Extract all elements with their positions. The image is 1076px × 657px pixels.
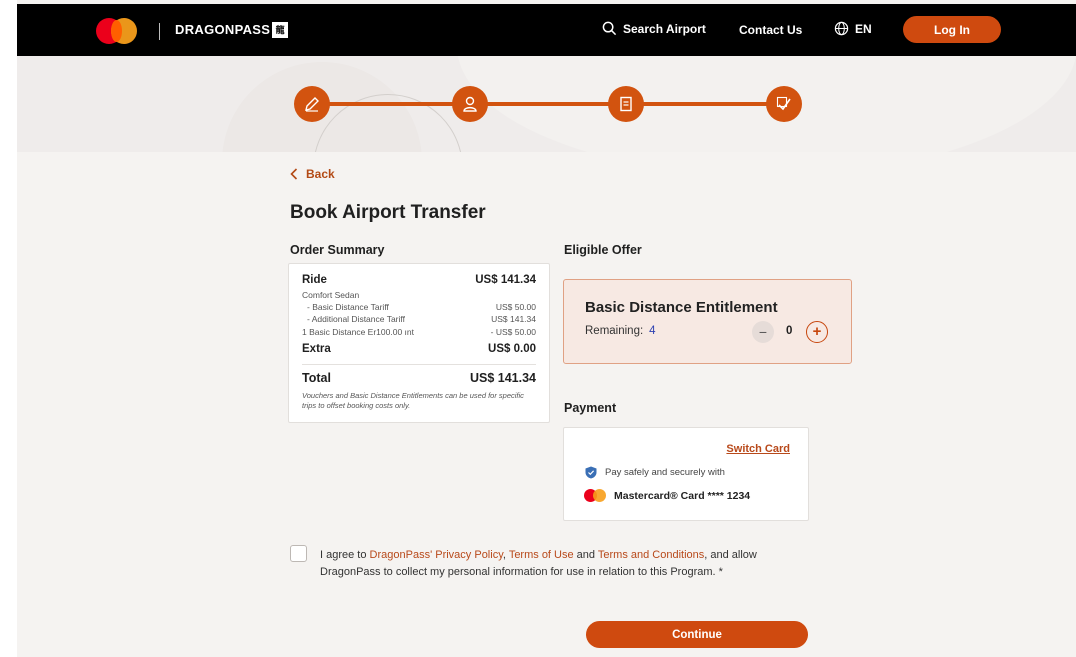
step-review (608, 86, 644, 122)
privacy-policy-link[interactable]: DragonPass' Privacy Policy (370, 549, 503, 561)
secure-payment-note: Pay safely and securely with (585, 466, 725, 479)
search-airport-link[interactable]: Search Airport (602, 21, 706, 36)
switch-card-link[interactable]: Switch Card (726, 443, 790, 455)
remaining-count: Remaining: 4 (585, 325, 656, 337)
contact-us-link[interactable]: Contact Us (739, 23, 802, 37)
line-item-label: 1 Basic Distance Er100.00 ınt (302, 327, 414, 337)
terms-of-use-link[interactable]: Terms of Use (509, 549, 574, 561)
step-passenger (452, 86, 488, 122)
selected-card: Mastercard® Card **** 1234 (584, 489, 750, 502)
line-item: - Basic Distance Tariff US$ 50.00 (302, 302, 536, 312)
chevron-left-icon (290, 168, 298, 180)
eligible-offer-heading: Eligible Offer (564, 243, 642, 257)
step-details (294, 86, 330, 122)
quantity-value: 0 (786, 325, 793, 337)
brand-name: DRAGONPASS (175, 22, 271, 37)
remaining-label: Remaining: (585, 325, 644, 337)
back-link[interactable]: Back (290, 167, 335, 181)
line-item-value: US$ 50.00 (495, 302, 536, 312)
page-title: Book Airport Transfer (290, 202, 486, 223)
search-icon (602, 21, 617, 36)
line-item: - Additional Distance Tariff US$ 141.34 (302, 314, 536, 324)
order-summary-card: Ride US$ 141.34 Comfort Sedan - Basic Di… (288, 263, 550, 423)
increment-button[interactable]: + (806, 321, 828, 343)
decrement-button[interactable]: − (752, 321, 774, 343)
progress-track (314, 102, 784, 106)
card-details: Mastercard® Card **** 1234 (614, 489, 751, 502)
line-item-label: - Additional Distance Tariff (307, 314, 405, 324)
continue-button[interactable]: Continue (586, 621, 808, 648)
mastercard-icon (584, 489, 606, 502)
vehicle-type: Comfort Sedan (302, 290, 360, 300)
step-confirm (766, 86, 802, 122)
order-summary-heading: Order Summary (290, 243, 385, 257)
language-label: EN (855, 21, 872, 36)
divider (302, 364, 536, 365)
language-selector[interactable]: EN (834, 21, 872, 36)
agreement-text-part: I agree to (320, 549, 370, 561)
ride-label: Ride (302, 274, 327, 286)
line-item: 1 Basic Distance Er100.00 ınt - US$ 50.0… (302, 327, 536, 337)
search-airport-label: Search Airport (623, 21, 706, 36)
agreement-text: I agree to DragonPass' Privacy Policy, T… (320, 547, 810, 580)
user-icon (463, 96, 477, 112)
payment-card: Switch Card Pay safely and securely with… (563, 427, 809, 521)
confirm-icon (776, 96, 791, 111)
mastercard-logo[interactable] (96, 18, 144, 44)
agreement-text-part: and (573, 549, 598, 561)
dragonpass-logo[interactable]: DRAGONPASS 龍 (175, 22, 289, 38)
secure-payment-text: Pay safely and securely with (605, 467, 725, 478)
offer-card[interactable]: Basic Distance Entitlement Remaining: 4 −… (563, 279, 852, 364)
back-label: Back (306, 167, 335, 181)
ride-row: Ride US$ 141.34 (302, 274, 536, 286)
extra-value: US$ 0.00 (488, 343, 536, 355)
logo-divider (159, 23, 160, 40)
top-navbar: DRAGONPASS 龍 Search Airport Contact Us EN… (17, 4, 1076, 56)
total-label: Total (302, 371, 331, 385)
extra-row: Extra US$ 0.00 (302, 343, 536, 355)
vehicle-row: Comfort Sedan (302, 290, 536, 300)
ride-total: US$ 141.34 (475, 274, 536, 286)
brand-mark-icon: 龍 (272, 22, 289, 38)
line-item-label: - Basic Distance Tariff (307, 302, 389, 312)
progress-band (17, 56, 1076, 152)
line-item-value: - US$ 50.00 (490, 327, 536, 337)
document-icon (620, 96, 632, 112)
total-value: US$ 141.34 (469, 371, 536, 385)
voucher-note: Vouchers and Basic Distance Entitlements… (302, 391, 524, 410)
login-button[interactable]: Log In (903, 16, 1001, 43)
line-item-value: US$ 141.34 (491, 314, 536, 324)
pencil-icon (305, 97, 319, 112)
total-row: Total US$ 141.34 (302, 371, 536, 385)
page-frame: DRAGONPASS 龍 Search Airport Contact Us EN… (17, 0, 1076, 657)
globe-icon (834, 21, 849, 36)
offer-title: Basic Distance Entitlement (585, 299, 778, 316)
extra-label: Extra (302, 343, 331, 355)
agreement-checkbox[interactable] (290, 545, 307, 562)
terms-conditions-link[interactable]: Terms and Conditions (598, 549, 704, 561)
shield-icon (585, 466, 597, 479)
payment-heading: Payment (564, 401, 617, 415)
remaining-value: 4 (649, 325, 656, 337)
